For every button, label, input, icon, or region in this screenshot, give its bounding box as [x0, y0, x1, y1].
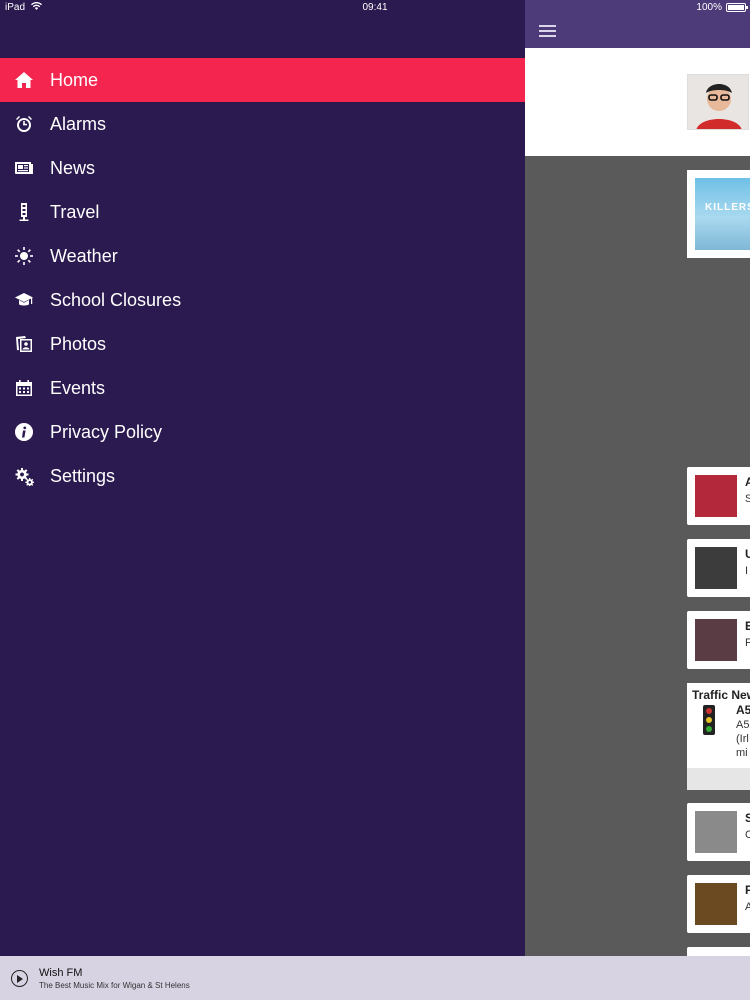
track-title: A — [745, 475, 750, 489]
gears-icon — [0, 466, 50, 486]
track-card[interactable] — [687, 947, 750, 956]
track-title: F — [745, 883, 750, 897]
presenter-photo — [687, 74, 749, 130]
status-bar: iPad 09:41 100% — [0, 0, 750, 16]
menu-item-home[interactable]: Home — [0, 58, 525, 102]
calendar-icon — [0, 378, 50, 398]
menu-item-settings[interactable]: Settings — [0, 454, 525, 498]
track-card[interactable]: A S — [687, 467, 750, 525]
traffic-light-icon — [703, 705, 715, 735]
traffic-detail: A5 — [736, 719, 750, 731]
alarm-clock-icon — [0, 114, 50, 134]
menu-item-label: Photos — [50, 333, 107, 354]
menu-item-label: Travel — [50, 201, 100, 222]
track-card[interactable]: F A — [687, 875, 750, 933]
menu-item-photos[interactable]: Photos — [0, 322, 525, 366]
traffic-card-footer — [687, 768, 750, 790]
track-artist: I — [745, 565, 749, 577]
menu-item-privacy-policy[interactable]: Privacy Policy — [0, 410, 525, 454]
menu-item-label: Weather — [50, 245, 118, 266]
track-title: U — [745, 547, 750, 561]
featured-album-card[interactable]: KILLERS — [687, 170, 750, 258]
sun-icon — [0, 246, 50, 266]
menu-item-alarms[interactable]: Alarms — [0, 102, 525, 146]
battery-icon — [726, 3, 748, 12]
traffic-light-icon — [0, 202, 50, 222]
traffic-road: A5 — [736, 703, 750, 717]
track-thumbnail — [695, 883, 737, 925]
traffic-news-card[interactable]: Traffic New A5 A5 (Irl mi — [687, 683, 750, 790]
track-thumbnail — [695, 811, 737, 853]
newspaper-icon — [0, 158, 50, 178]
hamburger-menu-icon[interactable] — [539, 25, 556, 37]
station-name: Wish FM — [39, 967, 83, 979]
menu-item-news[interactable]: News — [0, 146, 525, 190]
main-content: KILLERS A S U I E F Traffic New A5 A5 (I… — [525, 0, 750, 956]
menu-item-events[interactable]: Events — [0, 366, 525, 410]
track-artist: C — [745, 829, 750, 841]
menu-item-label: School Closures — [50, 289, 182, 310]
track-card[interactable]: U I — [687, 539, 750, 597]
track-thumbnail — [695, 619, 737, 661]
track-card[interactable]: E F — [687, 611, 750, 669]
track-artist: A — [745, 901, 750, 913]
track-thumbnail — [695, 547, 737, 589]
clock: 09:41 — [362, 2, 388, 13]
menu-item-weather[interactable]: Weather — [0, 234, 525, 278]
menu-item-label: News — [50, 157, 96, 178]
info-icon — [0, 422, 50, 442]
graduation-cap-icon — [0, 290, 50, 310]
menu-item-label: Home — [50, 69, 99, 90]
track-thumbnail — [695, 475, 737, 517]
battery-percent: 100% — [696, 2, 722, 13]
track-artist: F — [745, 637, 750, 649]
side-drawer: Home Alarms News Travel Weather School C… — [0, 0, 525, 956]
menu-item-label: Alarms — [50, 113, 107, 134]
menu-item-label: Settings — [50, 465, 116, 486]
album-art-text: KILLERS — [705, 202, 750, 213]
menu-item-label: Events — [50, 377, 106, 398]
traffic-title: Traffic New — [692, 688, 750, 702]
menu-item-label: Privacy Policy — [50, 421, 163, 442]
track-title: S — [745, 811, 750, 825]
play-icon[interactable] — [11, 970, 28, 987]
photos-icon — [0, 334, 50, 354]
menu-item-travel[interactable]: Travel — [0, 190, 525, 234]
station-tagline: The Best Music Mix for Wigan & St Helens — [39, 981, 190, 990]
track-artist: S — [745, 493, 750, 505]
mini-player: Wish FM The Best Music Mix for Wigan & S… — [0, 956, 750, 1000]
track-card[interactable]: S C — [687, 803, 750, 861]
home-icon — [0, 70, 50, 90]
drawer-menu: Home Alarms News Travel Weather School C… — [0, 58, 525, 498]
menu-item-school-closures[interactable]: School Closures — [0, 278, 525, 322]
traffic-detail: (Irl — [736, 733, 749, 745]
now-on-air-card[interactable] — [525, 48, 750, 156]
track-title: E — [745, 619, 750, 633]
traffic-detail: mi — [736, 747, 748, 759]
album-art: KILLERS — [695, 178, 750, 250]
